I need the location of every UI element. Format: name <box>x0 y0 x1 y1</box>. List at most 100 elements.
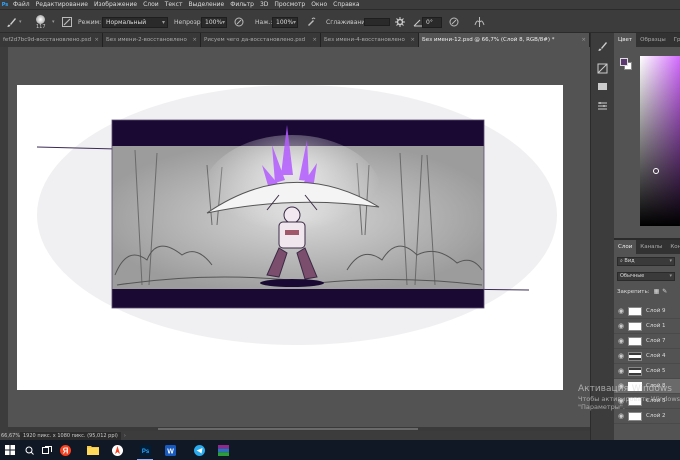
adjustments-icon[interactable] <box>596 63 609 76</box>
menu-select[interactable]: Выделение <box>185 0 227 9</box>
smoothing-gear-icon[interactable] <box>393 10 407 34</box>
pressure-label: Наж.: <box>255 18 273 26</box>
smoothing-field[interactable] <box>364 10 390 34</box>
tab-doc-active[interactable]: Без имени-12.psd @ 66,7% (Слой 8, RGB/8#… <box>419 33 590 47</box>
layer-name: Слой 5 <box>646 368 666 374</box>
zoom-level[interactable]: 66,67% <box>0 433 20 439</box>
foreground-color-swatch[interactable] <box>620 58 628 66</box>
search-icon[interactable] <box>20 440 38 460</box>
layer-row[interactable]: ◉ Слой 9 <box>614 304 680 319</box>
layer-thumbnail <box>628 411 642 421</box>
close-icon[interactable]: × <box>581 33 586 47</box>
eye-icon[interactable]: ◉ <box>614 367 628 375</box>
close-icon[interactable]: × <box>192 33 197 47</box>
opacity-field[interactable]: 100% ▾ <box>201 10 227 34</box>
photoshop-window: Ps Файл Редактирование Изображение Слои … <box>0 0 680 460</box>
angle-field[interactable]: 0° <box>422 10 442 34</box>
pressure-field[interactable]: 100% ▾ <box>272 10 298 34</box>
tab-layers[interactable]: Слои <box>614 240 637 254</box>
menu-edit[interactable]: Редактирование <box>33 0 91 9</box>
windows-taskbar: Я Ps W <box>0 440 680 460</box>
document-canvas[interactable] <box>17 85 563 390</box>
yandex-browser-icon[interactable] <box>108 440 126 460</box>
file-explorer-icon[interactable] <box>84 440 102 460</box>
brush-dropdown-icon[interactable]: ▾ <box>52 10 55 34</box>
tab-gradients[interactable]: Гра <box>670 33 680 47</box>
windows-activation-watermark: Активация Windows Чтобы активировать Win… <box>578 384 680 411</box>
properties-icon[interactable] <box>596 81 609 94</box>
close-icon[interactable]: × <box>410 33 415 47</box>
tab-doc-1[interactable]: fef2d7bc9d-восстановлено.psd × <box>0 33 103 47</box>
tab-color[interactable]: Цвет <box>614 33 637 47</box>
opacity-pressure-icon[interactable] <box>232 10 246 34</box>
telegram-icon[interactable] <box>190 440 208 460</box>
eye-icon[interactable]: ◉ <box>614 352 628 360</box>
eye-icon[interactable]: ◉ <box>614 307 628 315</box>
start-icon[interactable] <box>0 440 20 460</box>
photoshop-icon[interactable]: Ps <box>134 440 156 460</box>
layer-name: Слой 9 <box>646 308 666 314</box>
panel-dock <box>590 33 614 440</box>
symmetry-icon[interactable] <box>472 10 486 34</box>
mode-select[interactable]: Нормальный ▾ <box>102 10 168 34</box>
tab-doc-3[interactable]: Рисуем чего да-восстановлено.psd × <box>201 33 321 47</box>
layer-comps-icon[interactable] <box>596 100 609 113</box>
word-icon[interactable]: W <box>160 440 180 460</box>
pressure-size-icon[interactable] <box>447 10 461 34</box>
eye-icon[interactable]: ◉ <box>614 412 628 420</box>
menu-image[interactable]: Изображение <box>91 0 140 9</box>
layer-row[interactable]: ◉ Слой 7 <box>614 334 680 349</box>
menu-type[interactable]: Текст <box>162 0 186 9</box>
tab-channels[interactable]: Каналы <box>636 240 666 254</box>
tab-doc-2[interactable]: Без имени-2-восстановлено × <box>103 33 201 47</box>
options-bar: ▾ 117 ▾ Режим: Нормальный ▾ Непрозр.: 10… <box>0 9 680 33</box>
lock-paint-icon[interactable]: ✎ <box>662 288 667 295</box>
airbrush-icon[interactable] <box>304 10 318 34</box>
chevron-down-icon: ▾ <box>669 273 672 279</box>
menu-file[interactable]: Файл <box>10 0 33 9</box>
eye-icon[interactable]: ◉ <box>614 322 628 330</box>
close-icon[interactable]: × <box>94 33 99 47</box>
tools-panel <box>0 47 8 437</box>
opacity-value: 100% <box>205 18 223 26</box>
menu-help[interactable]: Справка <box>330 0 362 9</box>
close-icon[interactable]: × <box>312 33 317 47</box>
brush-tool-icon[interactable]: ▾ <box>4 10 22 34</box>
menu-filter[interactable]: Фильтр <box>227 0 257 9</box>
eye-icon[interactable]: ◉ <box>614 337 628 345</box>
angle-value: 0° <box>426 18 433 26</box>
lock-pixels-icon[interactable]: ▦ <box>654 288 660 295</box>
layer-row[interactable]: ◉ Слой 5 <box>614 364 680 379</box>
brush-preset-picker[interactable]: 117 <box>36 10 46 34</box>
layer-thumbnail <box>628 351 642 361</box>
color-panel: Цвет Образцы Гра <box>614 33 680 233</box>
task-view-icon[interactable] <box>38 440 56 460</box>
blend-mode-select[interactable]: Обычные ▾ <box>617 272 675 281</box>
color-picker-field[interactable] <box>640 56 680 226</box>
menu-3d[interactable]: 3D <box>257 0 271 9</box>
layer-row[interactable]: ◉ Слой 2 <box>614 409 680 424</box>
brush-panel-toggle[interactable] <box>60 10 74 34</box>
document-info[interactable]: 1920 пикс. x 1080 пикс. (95,012 ppi) <box>20 431 121 440</box>
yandex-icon[interactable]: Я <box>56 440 74 460</box>
layer-filter-value: Вид <box>624 258 635 264</box>
chevron-down-icon: ▾ <box>669 258 672 264</box>
tab-doc-4[interactable]: Без имени-4-восстановлено × <box>321 33 419 47</box>
menu-view[interactable]: Просмотр <box>271 0 308 9</box>
menu-layers[interactable]: Слои <box>140 0 162 9</box>
tab-swatches[interactable]: Образцы <box>636 33 670 47</box>
layer-filter-select[interactable]: ⌕ Вид ▾ <box>617 257 675 266</box>
ps-logo: Ps <box>1 1 9 8</box>
brush-settings-icon[interactable] <box>596 41 609 54</box>
layer-row[interactable]: ◉ Слой 1 <box>614 319 680 334</box>
tab-paths[interactable]: Конт <box>666 240 680 254</box>
pressure-value: 100% <box>276 18 294 26</box>
winrar-icon[interactable] <box>214 440 232 460</box>
scrollbar-thumb[interactable] <box>158 428 418 430</box>
menu-window[interactable]: Окно <box>308 0 330 9</box>
tab-label: Рисуем чего да-восстановлено.psd <box>204 37 306 43</box>
layer-row[interactable]: ◉ Слой 4 <box>614 349 680 364</box>
color-picker-ring[interactable] <box>653 168 659 174</box>
lock-row: Закрепить: ▦ ✎ <box>614 288 680 295</box>
chevron-right-icon[interactable]: › <box>124 433 126 439</box>
